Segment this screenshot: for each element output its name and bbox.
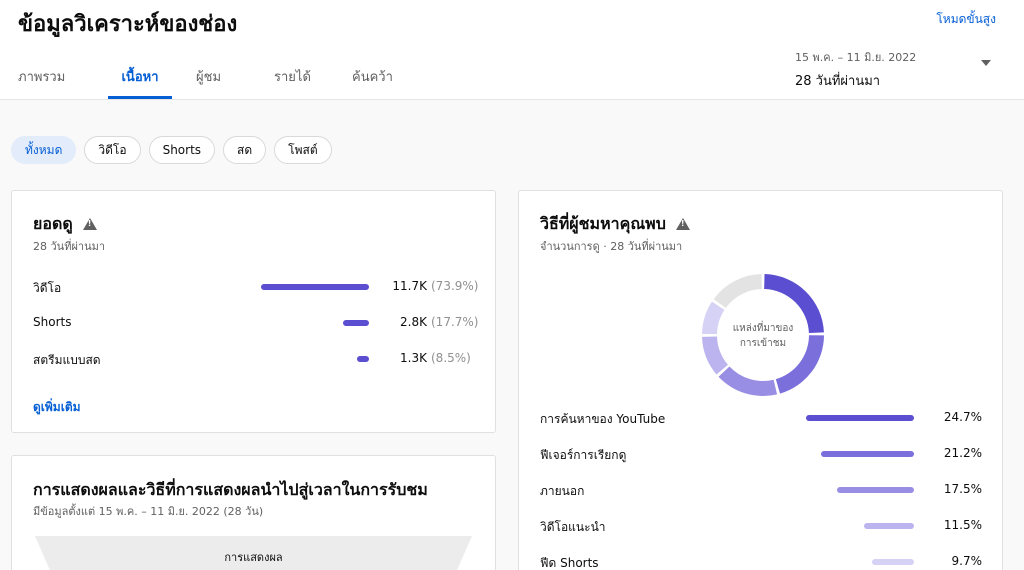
see-more-link[interactable]: ดูเพิ่มเติม — [33, 398, 81, 417]
tab-overview[interactable]: ภาพรวม — [18, 62, 86, 100]
source-row: ฟีด Shorts 9.7% — [540, 552, 982, 570]
tab-research[interactable]: ค้นคว้า — [352, 62, 412, 100]
warning-icon — [675, 218, 690, 230]
views-row-percent: (73.9%) — [431, 279, 479, 293]
tab-revenue[interactable]: รายได้ — [274, 62, 336, 100]
source-row-bar — [863, 523, 914, 529]
views-row-percent: (8.5%) — [431, 351, 471, 365]
tab-bar: ภาพรวม เนื้อหา ผู้ชม รายได้ ค้นคว้า — [0, 62, 412, 100]
impressions-card-subtitle: มีข้อมูลตั้งแต่ 15 พ.ค. – 11 มิ.ย. 2022 … — [33, 505, 264, 518]
date-range-picker[interactable]: 15 พ.ค. – 11 มิ.ย. 2022 28 วันที่ผ่านมา — [795, 48, 1005, 91]
views-row: Shorts 2.8K (17.7%) — [33, 313, 479, 333]
sources-card-title-text: วิธีที่ผู้ชมหาคุณพบ — [540, 214, 666, 233]
sources-card-title: วิธีที่ผู้ชมหาคุณพบ — [540, 212, 690, 237]
source-row-percent: 11.5% — [943, 518, 982, 532]
source-row-percent: 21.2% — [943, 446, 982, 460]
source-row: การค้นหาของ YouTube 24.7% — [540, 408, 982, 428]
source-row: ภายนอก 17.5% — [540, 480, 982, 500]
impressions-card: การแสดงผลและวิธีที่การแสดงผลนำไปสู่เวลาใ… — [11, 455, 496, 570]
views-card-title-text: ยอดดู — [33, 214, 73, 233]
views-row-value: 1.3K — [400, 351, 427, 365]
page-title: ข้อมูลวิเคราะห์ของช่อง — [18, 12, 238, 37]
source-row-percent: 9.7% — [951, 554, 983, 568]
source-row-label: วิดีโอแนะนำ — [540, 520, 606, 534]
source-row-label: การค้นหาของ YouTube — [540, 412, 666, 426]
chip-shorts[interactable]: Shorts — [148, 136, 216, 164]
views-row-label: วิดีโอ — [33, 281, 62, 295]
source-row-bar — [871, 559, 914, 565]
views-row-label: สตรีมแบบสด — [33, 353, 101, 367]
views-row-value: 11.7K — [392, 279, 427, 293]
donut-center-line2: การเข้าชม — [739, 338, 787, 349]
impressions-funnel: การแสดงผล — [35, 536, 472, 570]
views-card: ยอดดู 28 วันที่ผ่านมา วิดีโอ 11.7K (73.9… — [11, 190, 496, 433]
analytics-header: ข้อมูลวิเคราะห์ของช่อง โหมดขั้นสูง ภาพรว… — [0, 0, 1024, 100]
views-row-value: 2.8K — [400, 315, 427, 329]
chevron-down-icon — [981, 60, 991, 66]
traffic-sources-donut: แหล่งที่มาของ การเข้าชม — [699, 271, 827, 399]
traffic-sources-card: วิธีที่ผู้ชมหาคุณพบ จำนวนการดู · 28 วันท… — [518, 190, 1003, 570]
source-row-bar — [821, 451, 914, 457]
source-row: ฟีเจอร์การเรียกดู 21.2% — [540, 444, 982, 464]
donut-segment-other — [713, 274, 762, 308]
views-row-label: Shorts — [33, 315, 72, 329]
donut-center-line1: แหล่งที่มาของ — [732, 323, 794, 334]
advanced-mode-link[interactable]: โหมดขั้นสูง — [936, 10, 996, 29]
impressions-card-title: การแสดงผลและวิธีที่การแสดงผลนำไปสู่เวลาใ… — [33, 480, 428, 499]
sources-card-subtitle: จำนวนการดู · 28 วันที่ผ่านมา — [540, 240, 683, 253]
date-range-period: 28 วันที่ผ่านมา — [795, 74, 881, 89]
source-row: วิดีโอแนะนำ 11.5% — [540, 516, 982, 536]
donut-center-label: แหล่งที่มาของ การเข้าชม — [699, 321, 827, 351]
source-row-label: ฟีเจอร์การเรียกดู — [540, 448, 627, 462]
source-row-bar — [806, 415, 914, 421]
source-row-percent: 24.7% — [943, 410, 982, 424]
warning-icon — [82, 218, 97, 230]
tab-audience[interactable]: ผู้ชม — [196, 62, 250, 100]
views-card-subtitle: 28 วันที่ผ่านมา — [33, 240, 106, 253]
source-row-label: ฟีด Shorts — [540, 556, 599, 570]
views-card-title: ยอดดู — [33, 212, 97, 237]
source-row-label: ภายนอก — [540, 484, 585, 498]
views-row: สตรีมแบบสด 1.3K (8.5%) — [33, 349, 475, 369]
source-row-bar — [837, 487, 914, 493]
chip-live[interactable]: สด — [223, 136, 267, 164]
chip-posts[interactable]: โพสต์ — [274, 136, 332, 164]
views-row: วิดีโอ 11.7K (73.9%) — [33, 277, 479, 297]
tab-content[interactable]: เนื้อหา — [108, 62, 172, 100]
funnel-stage-label: การแสดงผล — [224, 551, 283, 564]
chip-videos[interactable]: วิดีโอ — [84, 136, 141, 164]
source-row-percent: 17.5% — [943, 482, 982, 496]
views-row-percent: (17.7%) — [431, 315, 479, 329]
chip-all[interactable]: ทั้งหมด — [11, 136, 77, 164]
date-range-dates: 15 พ.ค. – 11 มิ.ย. 2022 — [795, 51, 917, 64]
content-type-filters: ทั้งหมด วิดีโอ Shorts สด โพสต์ — [11, 136, 340, 164]
donut-segment — [718, 366, 778, 396]
